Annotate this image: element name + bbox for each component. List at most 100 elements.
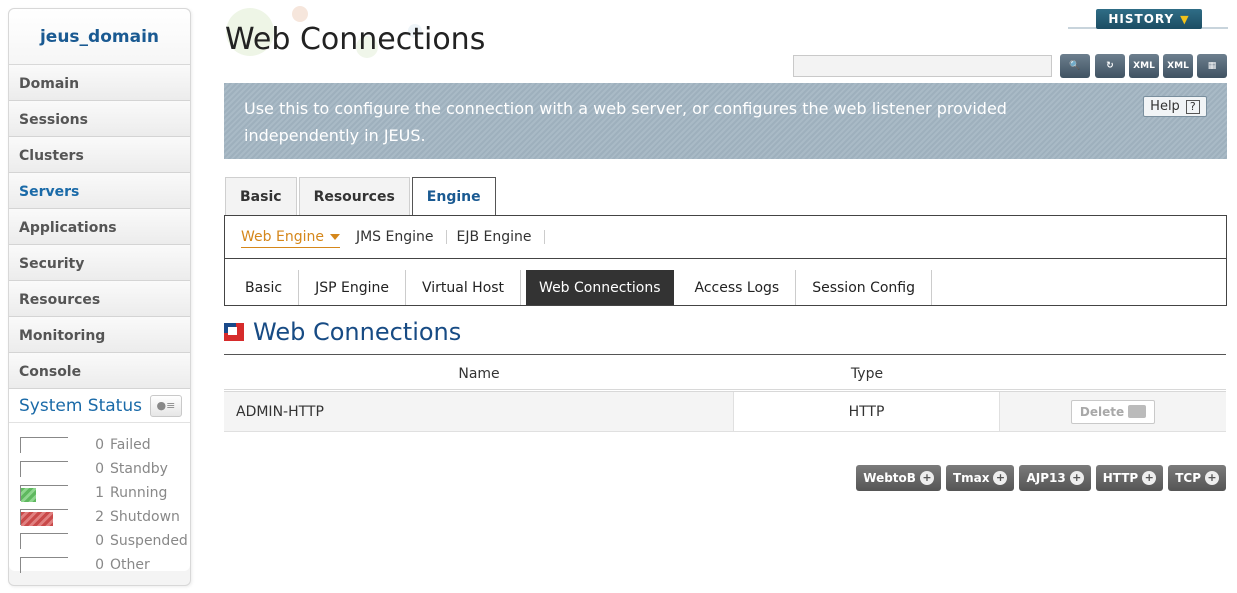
tab-session-config[interactable]: Session Config <box>796 270 933 305</box>
section-header: Web Connections <box>224 318 461 346</box>
status-label: Failed <box>110 437 151 453</box>
import-xml-icon[interactable]: XML <box>1163 54 1193 78</box>
status-count: 0 <box>95 461 104 477</box>
status-bar-shutdown <box>20 509 68 526</box>
status-count: 2 <box>95 509 104 525</box>
info-banner: Use this to configure the connection wit… <box>224 83 1227 159</box>
tab-jsp-engine[interactable]: JSP Engine <box>299 270 406 305</box>
plus-icon: + <box>993 471 1008 485</box>
sidebar-item-sessions[interactable]: Sessions <box>9 101 190 137</box>
status-fill-running <box>21 488 36 502</box>
status-row-shutdown: 2 Shutdown <box>9 505 190 529</box>
add-label: Tmax <box>952 471 990 485</box>
tab-access-logs[interactable]: Access Logs <box>679 270 797 305</box>
add-tcp-button[interactable]: TCP + <box>1168 465 1226 491</box>
cell-type: HTTP <box>734 392 1000 431</box>
status-row-running: 1 Running <box>9 481 190 505</box>
page-title: Web Connections <box>225 22 486 57</box>
tab-virtual-host[interactable]: Virtual Host <box>406 270 522 305</box>
status-label: Suspended <box>110 533 188 549</box>
status-fill-shutdown <box>21 512 53 526</box>
tab-label: Web Engine <box>241 229 324 245</box>
status-label: Running <box>110 485 168 501</box>
section-title: Web Connections <box>253 318 462 346</box>
add-label: WebtoB <box>863 471 916 485</box>
tab-basic[interactable]: Basic <box>225 177 297 215</box>
tab-resources[interactable]: Resources <box>298 177 410 215</box>
delete-label: Delete <box>1079 404 1125 419</box>
add-label: HTTP <box>1102 471 1139 485</box>
status-label: Other <box>110 557 150 573</box>
status-row-failed: 0 Failed <box>9 433 190 457</box>
status-row-standby: 0 Standby <box>9 457 190 481</box>
table-header: Name Type <box>224 355 1226 392</box>
plus-icon: + <box>919 471 934 485</box>
web-engine-tabs: Basic JSP Engine Virtual Host Web Connec… <box>224 258 1227 306</box>
question-icon: ? <box>1185 99 1200 114</box>
chevron-down-icon: ▼ <box>1180 12 1190 26</box>
tab-web-connections[interactable]: Web Connections <box>526 270 674 305</box>
status-bar-other <box>20 557 68 573</box>
status-bar-running <box>20 485 68 502</box>
sidebar: jeus_domain Domain Sessions Clusters Ser… <box>8 8 191 586</box>
cell-name[interactable]: ADMIN-HTTP <box>224 392 734 431</box>
search-input[interactable] <box>793 55 1052 77</box>
sidebar-item-servers[interactable]: Servers <box>9 173 190 209</box>
system-status-list: 0 Failed 0 Standby 1 Running 2 Shutdown … <box>9 423 190 573</box>
sidebar-item-console[interactable]: Console <box>9 353 190 389</box>
monitor-icon[interactable]: ●≡ <box>149 394 182 417</box>
tree-icon[interactable]: ▦ <box>1197 54 1227 78</box>
top-tabs: Basic Resources Engine <box>225 177 498 216</box>
sidebar-item-applications[interactable]: Applications <box>9 209 190 245</box>
search-icon[interactable]: 🔍 <box>1060 54 1090 78</box>
sidebar-item-domain[interactable]: Domain <box>9 65 190 101</box>
status-count: 0 <box>95 437 104 453</box>
reload-icon[interactable]: ↻ <box>1095 54 1125 78</box>
add-http-button[interactable]: HTTP + <box>1095 465 1164 491</box>
column-header-name[interactable]: Name <box>224 355 734 389</box>
add-label: TCP <box>1175 471 1201 485</box>
column-header-action <box>1000 355 1226 389</box>
status-row-suspended: 0 Suspended <box>9 529 190 553</box>
status-bar-failed <box>20 437 68 453</box>
add-webtob-button[interactable]: WebtoB + <box>856 465 941 491</box>
connections-table: Name Type ADMIN-HTTP HTTP Delete <box>224 355 1226 432</box>
history-label: HISTORY <box>1108 12 1175 26</box>
tab-web-basic[interactable]: Basic <box>229 270 300 305</box>
tab-jms-engine[interactable]: JMS Engine <box>356 230 447 244</box>
caret-down-icon <box>329 234 340 240</box>
system-status-title: System Status <box>19 395 142 416</box>
add-connection-buttons: WebtoB + Tmax + AJP13 + HTTP + TCP + <box>856 465 1226 491</box>
status-bar-standby <box>20 461 68 477</box>
tab-engine[interactable]: Engine <box>411 177 496 216</box>
domain-title[interactable]: jeus_domain <box>9 9 190 65</box>
status-label: Standby <box>110 461 168 477</box>
plus-icon: + <box>1205 471 1219 485</box>
delete-button[interactable]: Delete <box>1070 399 1156 424</box>
tab-web-engine-label: Web Engine <box>241 229 340 248</box>
sidebar-item-clusters[interactable]: Clusters <box>9 137 190 173</box>
status-count: 0 <box>95 557 104 573</box>
history-button[interactable]: HISTORY ▼ <box>1096 9 1202 29</box>
table-row[interactable]: ADMIN-HTTP HTTP Delete <box>224 392 1226 432</box>
add-tmax-button[interactable]: Tmax + <box>945 465 1015 491</box>
tab-ejb-engine[interactable]: EJB Engine <box>457 230 545 244</box>
add-label: AJP13 <box>1026 471 1066 485</box>
status-label: Shutdown <box>110 509 180 525</box>
export-xml-icon[interactable]: XML <box>1129 54 1159 78</box>
sidebar-item-security[interactable]: Security <box>9 245 190 281</box>
sidebar-item-monitoring[interactable]: Monitoring <box>9 317 190 353</box>
help-button[interactable]: Help ? <box>1143 96 1207 117</box>
decorative-circle <box>292 6 308 22</box>
system-status-header: System Status ●≡ <box>9 389 190 423</box>
column-header-type[interactable]: Type <box>734 355 1000 389</box>
plus-icon: + <box>1142 471 1157 485</box>
status-count: 0 <box>95 533 104 549</box>
cell-action: Delete <box>1000 392 1226 431</box>
engine-tabs: Web Engine JMS Engine EJB Engine <box>224 215 1227 259</box>
tab-web-engine[interactable]: Web Engine <box>241 229 340 248</box>
add-ajp13-button[interactable]: AJP13 + <box>1019 465 1091 491</box>
help-label: Help <box>1150 99 1180 114</box>
sidebar-item-resources[interactable]: Resources <box>9 281 190 317</box>
plus-icon: + <box>1069 471 1084 485</box>
